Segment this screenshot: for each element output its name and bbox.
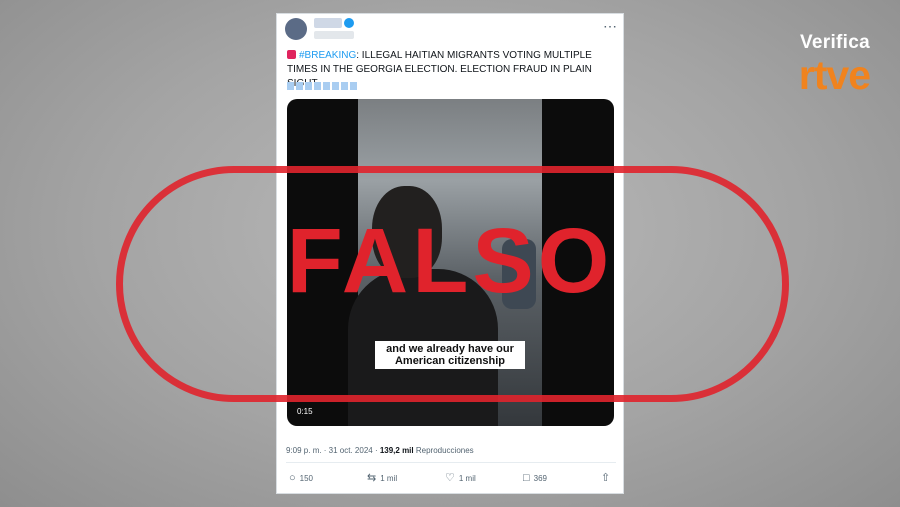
brand-rtve: rtve — [798, 52, 871, 98]
verifica-rtve-logo: Verifica rtve — [798, 32, 871, 98]
bookmark-button[interactable]: □ 369 — [523, 473, 547, 484]
view-count: 139,2 mil — [379, 446, 414, 455]
repost-button[interactable]: ⇆ 1 mil — [367, 473, 397, 484]
more-icon[interactable]: ⋯ — [603, 18, 617, 35]
bookmark-count: 369 — [533, 474, 548, 483]
repost-icon: ⇆ — [367, 472, 377, 484]
tweet-meta: 9:09 p. m. · 31 oct. 2024 · 139,2 mil Re… — [286, 446, 474, 455]
like-button[interactable]: ♡ 1 mil — [445, 473, 476, 484]
video-duration: 0:15 — [297, 407, 313, 416]
avatar[interactable] — [285, 18, 307, 40]
tweet-timestamp[interactable]: 9:09 p. m. · 31 oct. 2024 · — [286, 446, 380, 455]
bookmark-icon: □ — [523, 472, 530, 484]
repost-count: 1 mil — [380, 474, 398, 483]
hashtag-link[interactable]: #BREAKING — [299, 50, 356, 61]
reply-icon: ○ — [289, 472, 296, 484]
share-icon: ⇧ — [601, 472, 611, 484]
reply-count: 150 — [299, 474, 314, 483]
blurred-link[interactable] — [287, 82, 357, 90]
reply-button[interactable]: ○ 150 — [289, 473, 313, 484]
share-button[interactable]: ⇧ — [601, 473, 610, 484]
brand-verifica: Verifica — [799, 32, 870, 53]
author-name-blurred[interactable] — [314, 18, 342, 28]
divider — [286, 462, 616, 463]
heart-icon: ♡ — [445, 472, 455, 484]
like-count: 1 mil — [458, 474, 476, 483]
siren-icon — [287, 50, 296, 59]
author-handle-blurred[interactable] — [314, 31, 354, 39]
falso-stamp-text: FALSO — [286, 210, 614, 312]
verified-badge-icon — [344, 18, 354, 28]
views-label: Reproducciones — [413, 446, 474, 455]
